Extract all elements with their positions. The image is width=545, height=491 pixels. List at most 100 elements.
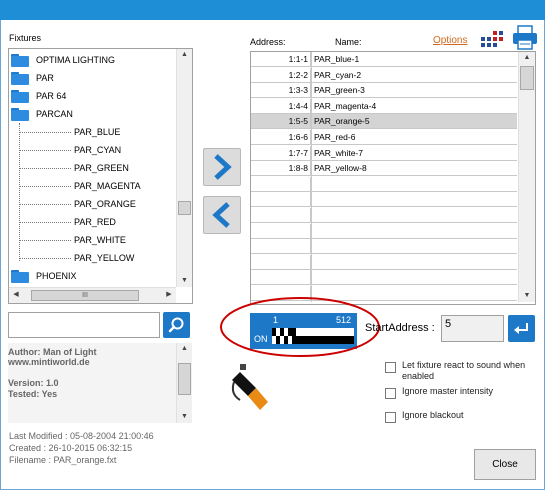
tree-connector	[19, 222, 71, 223]
apply-address-button[interactable]	[508, 315, 535, 342]
start-address-label: StartAddress :	[365, 322, 435, 334]
tree-connector	[19, 240, 71, 241]
table-row[interactable]: 1:5-5 PAR_orange-5	[251, 114, 517, 130]
tree-trunk	[19, 123, 20, 261]
table-row[interactable]: 1:1-1 PAR_blue-1	[251, 52, 517, 67]
row-address: 1:7-7	[251, 145, 311, 161]
tree-hscrollbar[interactable]: ◀ III ▶	[9, 287, 176, 303]
address-header: Address:	[250, 37, 286, 47]
folder-icon	[11, 90, 29, 103]
tree-leaf[interactable]: PAR_MAGENTA	[9, 177, 175, 195]
row-name: PAR_white-7	[314, 147, 363, 158]
folder-icon	[11, 108, 29, 121]
tree-folder[interactable]: PAR	[9, 69, 175, 87]
fixture-options: Let fixture react to sound when enabled I…	[385, 360, 540, 430]
table-row[interactable]: 1:6-6 PAR_red-6	[251, 130, 517, 145]
table-row[interactable]: 1:4-4 PAR_magenta-4	[251, 98, 517, 114]
table-row[interactable]	[251, 270, 517, 286]
tree-connector	[19, 168, 71, 169]
scroll-left-icon[interactable]: ◀	[9, 289, 23, 302]
search-icon	[168, 317, 184, 333]
column-divider	[311, 52, 312, 302]
fixture-tree: OPTIMA LIGHTING PAR PAR 64 PARCAN PAR_BLUE PA…	[9, 49, 175, 287]
scroll-down-icon[interactable]: ▼	[519, 290, 535, 302]
printer-icon[interactable]	[512, 25, 538, 50]
close-button[interactable]: Close	[474, 449, 536, 480]
tree-item-label: PAR_WHITE	[74, 235, 126, 245]
scroll-right-icon[interactable]: ▶	[162, 289, 176, 302]
scroll-thumb[interactable]	[178, 363, 191, 395]
tree-folder[interactable]: OPTIMA LIGHTING	[9, 51, 175, 69]
row-address: 1:5-5	[251, 114, 311, 130]
tree-connector	[19, 258, 71, 259]
row-address: 1:3-3	[251, 83, 311, 99]
table-row[interactable]	[251, 208, 517, 223]
hscroll-thumb[interactable]: III	[31, 290, 139, 301]
tree-item-label: PAR 64	[36, 91, 67, 101]
option-checkbox[interactable]	[385, 362, 396, 373]
table-row[interactable]	[251, 176, 517, 192]
row-name: PAR_yellow-8	[314, 163, 367, 174]
search-input[interactable]	[8, 312, 160, 338]
scroll-thumb[interactable]	[520, 66, 534, 90]
tree-leaf[interactable]: PAR_CYAN	[9, 141, 175, 159]
tree-folder[interactable]: PARCAN	[9, 105, 175, 123]
tree-leaf[interactable]: PAR_GREEN	[9, 159, 175, 177]
created-text: Created : 26-10-2015 06:32:15	[9, 443, 133, 453]
tree-connector	[19, 186, 71, 187]
option-checkbox[interactable]	[385, 388, 396, 399]
row-address	[251, 192, 311, 208]
table-row[interactable]: 1:2-2 PAR_cyan-2	[251, 67, 517, 83]
patch-rows: 1:1-1 PAR_blue-1 1:2-2 PAR_cyan-2 1:3-3 PAR_g…	[251, 52, 517, 302]
tree-vscrollbar[interactable]: ▲ ▼	[176, 49, 192, 287]
tree-folder[interactable]: PHOENIX	[9, 267, 175, 285]
info-vscrollbar[interactable]: ▲ ▼	[176, 343, 192, 423]
scroll-up-icon[interactable]: ▲	[519, 52, 535, 64]
grid-icon[interactable]	[480, 28, 504, 50]
spotlight-icon	[226, 360, 274, 412]
scroll-up-icon[interactable]: ▲	[177, 343, 192, 355]
tree-leaf[interactable]: PAR_RED	[9, 213, 175, 231]
option-label: Let fixture react to sound when enabled	[402, 360, 526, 381]
start-address-input[interactable]: 5	[441, 315, 504, 342]
remove-fixture-button[interactable]	[203, 196, 241, 234]
tree-item-label: PAR_YELLOW	[74, 253, 135, 263]
tree-leaf[interactable]: PAR_BLUE	[9, 123, 175, 141]
last-modified-text: Last Modified : 05-08-2004 21:00:46	[9, 431, 154, 441]
patch-table: 1:1-1 PAR_blue-1 1:2-2 PAR_cyan-2 1:3-3 PAR_g…	[250, 51, 536, 305]
fixture-tree-panel: OPTIMA LIGHTING PAR PAR 64 PARCAN PAR_BLUE PA…	[8, 48, 193, 304]
table-row[interactable]	[251, 254, 517, 270]
scroll-up-icon[interactable]: ▲	[177, 49, 192, 61]
info-panel: Author: Man of Light www.mintiworld.de V…	[8, 343, 192, 423]
table-row[interactable]	[251, 239, 517, 255]
scroll-down-icon[interactable]: ▼	[177, 275, 192, 287]
table-row[interactable]: 1:7-7 PAR_white-7	[251, 145, 517, 161]
scroll-down-icon[interactable]: ▼	[177, 411, 192, 423]
table-row[interactable]	[251, 223, 517, 239]
table-row[interactable]: 1:3-3 PAR_green-3	[251, 83, 517, 99]
table-row[interactable]	[251, 192, 517, 208]
row-name: PAR_orange-5	[314, 116, 370, 127]
row-name: PAR_blue-1	[314, 54, 360, 64]
tree-leaf[interactable]: PAR_YELLOW	[9, 249, 175, 267]
search-button[interactable]	[163, 312, 190, 338]
row-address	[251, 176, 311, 192]
table-row[interactable]: 1:8-8 PAR_yellow-8	[251, 161, 517, 177]
options-link[interactable]: Options	[433, 35, 467, 46]
version-text: Version: 1.0	[8, 378, 59, 388]
tree-connector	[19, 204, 71, 205]
tree-leaf[interactable]: PAR_WHITE	[9, 231, 175, 249]
tree-folder[interactable]: PAR 64	[9, 87, 175, 105]
tree-item-label: PAR_BLUE	[74, 127, 121, 137]
tree-item-label: PAR	[36, 73, 54, 83]
title-bar	[0, 0, 545, 20]
row-address: 1:4-4	[251, 98, 311, 114]
option-checkbox[interactable]	[385, 412, 396, 423]
row-name: PAR_magenta-4	[314, 100, 377, 111]
tree-item-label: PAR_RED	[74, 217, 116, 227]
patch-vscrollbar[interactable]: ▲ ▼	[518, 52, 535, 302]
add-fixture-button[interactable]	[203, 148, 241, 186]
tree-leaf[interactable]: PAR_ORANGE	[9, 195, 175, 213]
scroll-thumb[interactable]	[178, 201, 191, 215]
tree-item-label: PAR_MAGENTA	[74, 181, 141, 191]
